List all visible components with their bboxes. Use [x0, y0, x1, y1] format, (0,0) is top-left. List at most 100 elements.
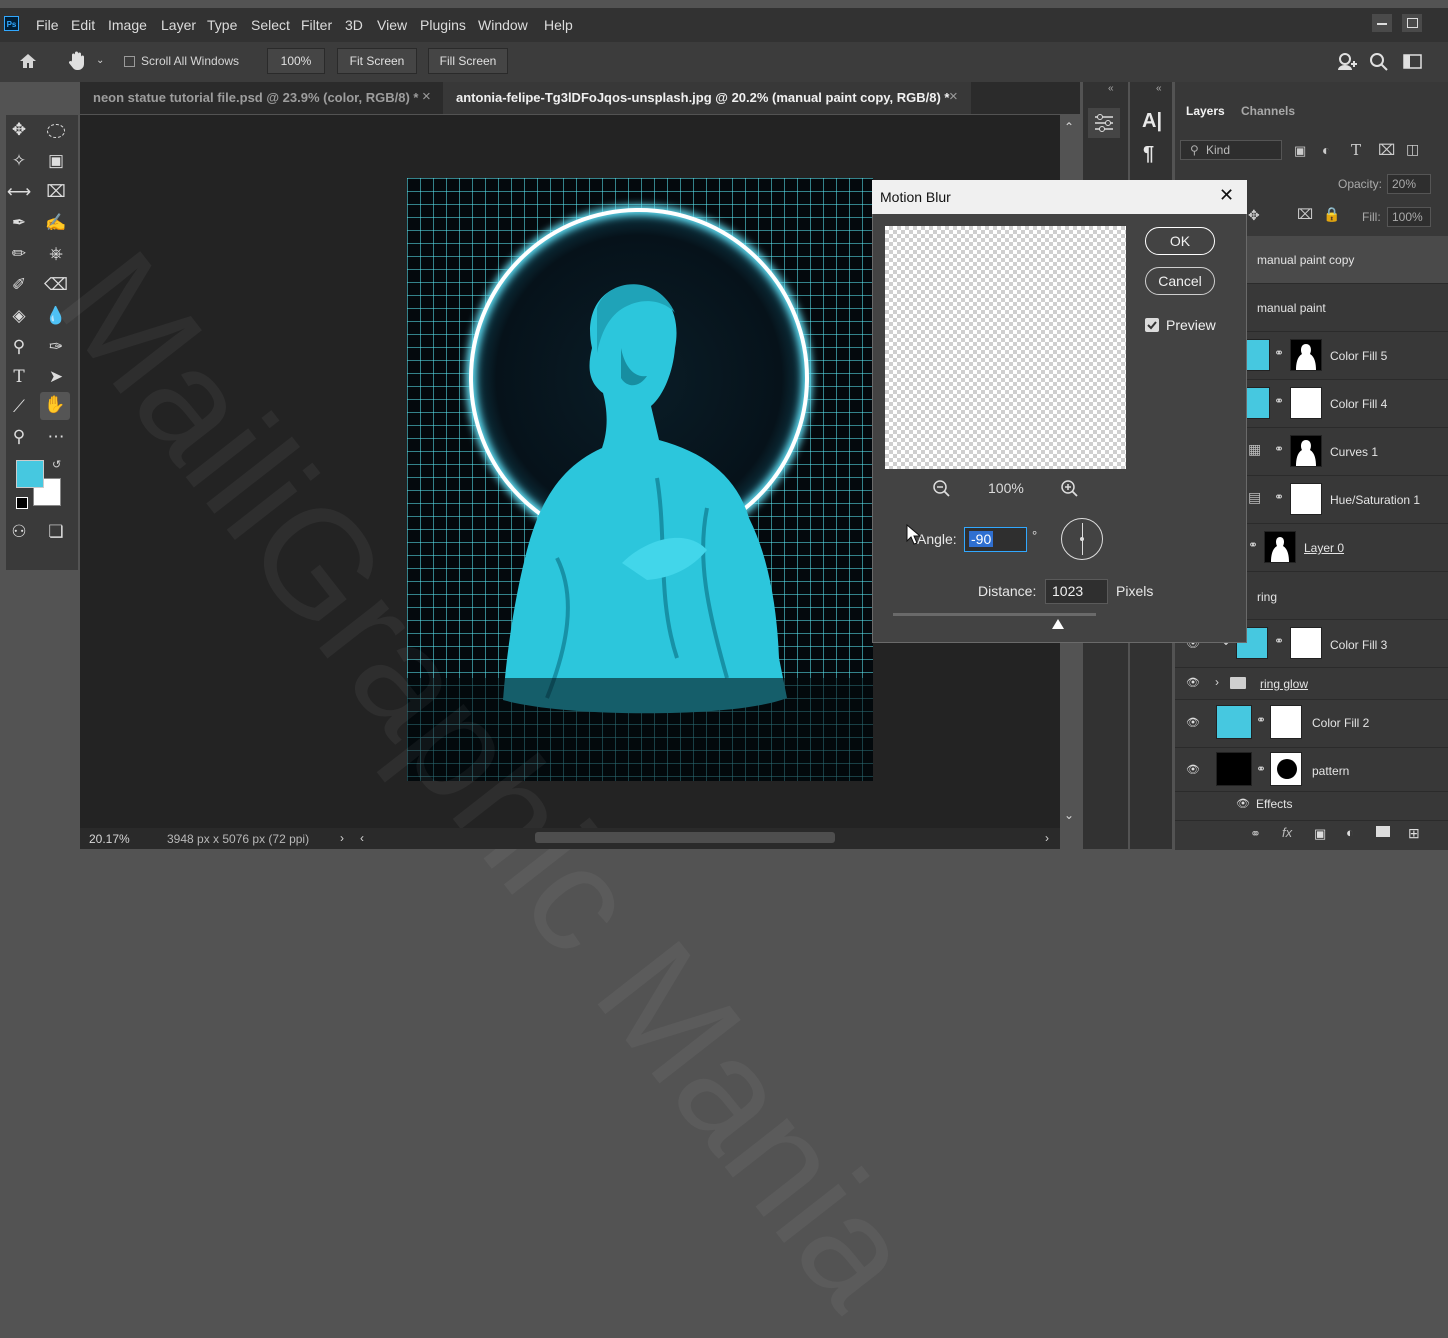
link-icon[interactable]: ⚭: [1274, 346, 1284, 360]
visibility-eye-icon[interactable]: 👁: [1186, 763, 1200, 776]
pixel-filter-icon[interactable]: ▣: [1294, 143, 1306, 159]
menu-filter[interactable]: Filter: [301, 17, 332, 33]
lock-position-icon[interactable]: ✥: [1248, 207, 1260, 224]
menu-3d[interactable]: 3D: [345, 17, 363, 33]
link-icon[interactable]: ⚭: [1274, 634, 1284, 648]
adjustment-filter-icon[interactable]: ◐: [1322, 142, 1330, 158]
fill-screen-button[interactable]: Fill Screen: [428, 48, 508, 74]
move-tool-icon[interactable]: ✥: [6, 117, 32, 143]
menu-window[interactable]: Window: [478, 17, 528, 33]
distance-slider-track[interactable]: [893, 613, 1096, 616]
menu-edit[interactable]: Edit: [71, 17, 95, 33]
menu-image[interactable]: Image: [108, 17, 147, 33]
user-share-icon[interactable]: [1336, 51, 1358, 73]
new-group-icon[interactable]: [1376, 826, 1390, 837]
zoom-out-icon[interactable]: [932, 479, 952, 499]
type-filter-icon[interactable]: T: [1351, 141, 1361, 159]
visibility-eye-icon[interactable]: 👁: [1186, 716, 1200, 729]
restore-button[interactable]: [1402, 14, 1422, 32]
object-selection-icon[interactable]: ▣: [43, 148, 69, 174]
elliptical-marquee-icon[interactable]: [43, 117, 69, 143]
default-colors-icon[interactable]: [16, 497, 28, 509]
smart-object-filter-icon[interactable]: ◫: [1406, 141, 1419, 158]
hand-tool-icon[interactable]: [66, 50, 88, 72]
link-icon[interactable]: ⚭: [1274, 442, 1284, 456]
link-layers-icon[interactable]: ⚭: [1250, 826, 1261, 842]
link-icon[interactable]: ⚭: [1274, 490, 1284, 504]
new-adjustment-icon[interactable]: ◐: [1346, 825, 1354, 840]
quick-mask-icon[interactable]: ⚇: [6, 519, 32, 545]
search-icon[interactable]: [1369, 52, 1389, 72]
menu-layer[interactable]: Layer: [161, 17, 196, 33]
status-zoom[interactable]: 20.17%: [89, 832, 130, 846]
status-menu-arrow-icon[interactable]: ›: [340, 831, 344, 845]
distance-slider-thumb[interactable]: [1051, 618, 1065, 630]
menu-type[interactable]: Type: [207, 17, 237, 33]
menu-plugins[interactable]: Plugins: [420, 17, 466, 33]
history-brush-icon[interactable]: ✐: [6, 272, 32, 298]
lasso-tool-icon[interactable]: ✧: [6, 148, 32, 174]
screen-mode-icon[interactable]: ❏: [43, 519, 69, 545]
lock-all-icon[interactable]: 🔒: [1323, 206, 1340, 223]
opacity-field[interactable]: 20%: [1387, 174, 1431, 194]
scroll-down-icon[interactable]: ⌄: [1064, 808, 1074, 822]
swap-colors-icon[interactable]: ↺: [52, 458, 61, 471]
more-tools-icon[interactable]: ⋯: [43, 424, 69, 450]
tab-layers[interactable]: Layers: [1186, 104, 1225, 118]
cancel-button[interactable]: Cancel: [1145, 267, 1215, 295]
chevron-right-icon[interactable]: ›: [1215, 675, 1219, 689]
menu-help[interactable]: Help: [544, 17, 573, 33]
horizontal-scrollbar-thumb[interactable]: [535, 832, 835, 843]
fill-field[interactable]: 100%: [1387, 207, 1431, 227]
link-icon[interactable]: ⚭: [1256, 713, 1266, 727]
distance-input[interactable]: 1023: [1045, 579, 1108, 604]
link-icon[interactable]: ⚭: [1274, 394, 1284, 408]
effects-visibility-icon[interactable]: 👁: [1236, 797, 1250, 810]
filter-preview[interactable]: [885, 226, 1126, 469]
healing-brush-icon[interactable]: ✍: [43, 210, 69, 236]
line-tool-icon[interactable]: ⟋: [6, 394, 32, 420]
link-icon[interactable]: ⚭: [1256, 762, 1266, 776]
fit-screen-button[interactable]: Fit Screen: [337, 48, 417, 74]
dodge-tool-icon[interactable]: ⚲: [6, 334, 32, 360]
fx-icon[interactable]: fx: [1282, 825, 1292, 840]
link-icon[interactable]: ⚭: [1248, 538, 1258, 552]
menu-file[interactable]: File: [36, 17, 59, 33]
zoom-in-icon[interactable]: [1060, 479, 1080, 499]
type-tool-icon[interactable]: T: [6, 364, 32, 390]
scroll-up-icon[interactable]: ⌃: [1064, 120, 1074, 134]
lock-artboard-icon[interactable]: ⌧: [1297, 206, 1313, 223]
adjustments-panel-button[interactable]: [1088, 108, 1120, 138]
add-mask-icon[interactable]: ▣: [1314, 826, 1326, 842]
foreground-color-swatch[interactable]: [16, 460, 44, 488]
frame-tool-icon[interactable]: ⌧: [43, 179, 69, 205]
brush-tool-icon[interactable]: ✏: [6, 241, 32, 267]
menu-select[interactable]: Select: [251, 17, 290, 33]
collapse-dock-icon[interactable]: «: [1108, 83, 1114, 94]
workspace-icon[interactable]: [1402, 53, 1424, 71]
scroll-all-windows-checkbox[interactable]: [124, 56, 135, 67]
angle-input[interactable]: -90: [964, 527, 1027, 552]
scroll-left-icon[interactable]: ‹: [360, 831, 364, 845]
close-icon[interactable]: ×: [422, 88, 431, 105]
angle-dial[interactable]: [1061, 518, 1103, 560]
zoom-tool-icon[interactable]: ⚲: [6, 424, 32, 450]
close-icon[interactable]: ×: [949, 88, 958, 105]
preview-checkbox[interactable]: [1145, 318, 1159, 332]
hand-tool-active-icon[interactable]: ✋: [40, 392, 70, 420]
clone-stamp-icon[interactable]: ⎈: [43, 241, 69, 267]
tab-channels[interactable]: Channels: [1241, 104, 1295, 118]
crop-tool-icon[interactable]: ⟷: [6, 179, 32, 205]
eyedropper-tool-icon[interactable]: ✒: [6, 210, 32, 236]
character-panel-icon[interactable]: A|: [1142, 110, 1162, 133]
ok-button[interactable]: OK: [1145, 227, 1215, 255]
close-icon[interactable]: ✕: [1219, 185, 1234, 206]
chevron-down-icon[interactable]: ⌄: [96, 55, 104, 66]
zoom-100-button[interactable]: 100%: [267, 48, 325, 74]
visibility-eye-icon[interactable]: 👁: [1186, 676, 1200, 689]
new-layer-icon[interactable]: ⊞: [1408, 825, 1420, 842]
minimize-button[interactable]: [1372, 14, 1392, 32]
home-icon[interactable]: [18, 52, 38, 70]
shape-filter-icon[interactable]: ⌧: [1378, 141, 1395, 159]
menu-view[interactable]: View: [377, 17, 407, 33]
